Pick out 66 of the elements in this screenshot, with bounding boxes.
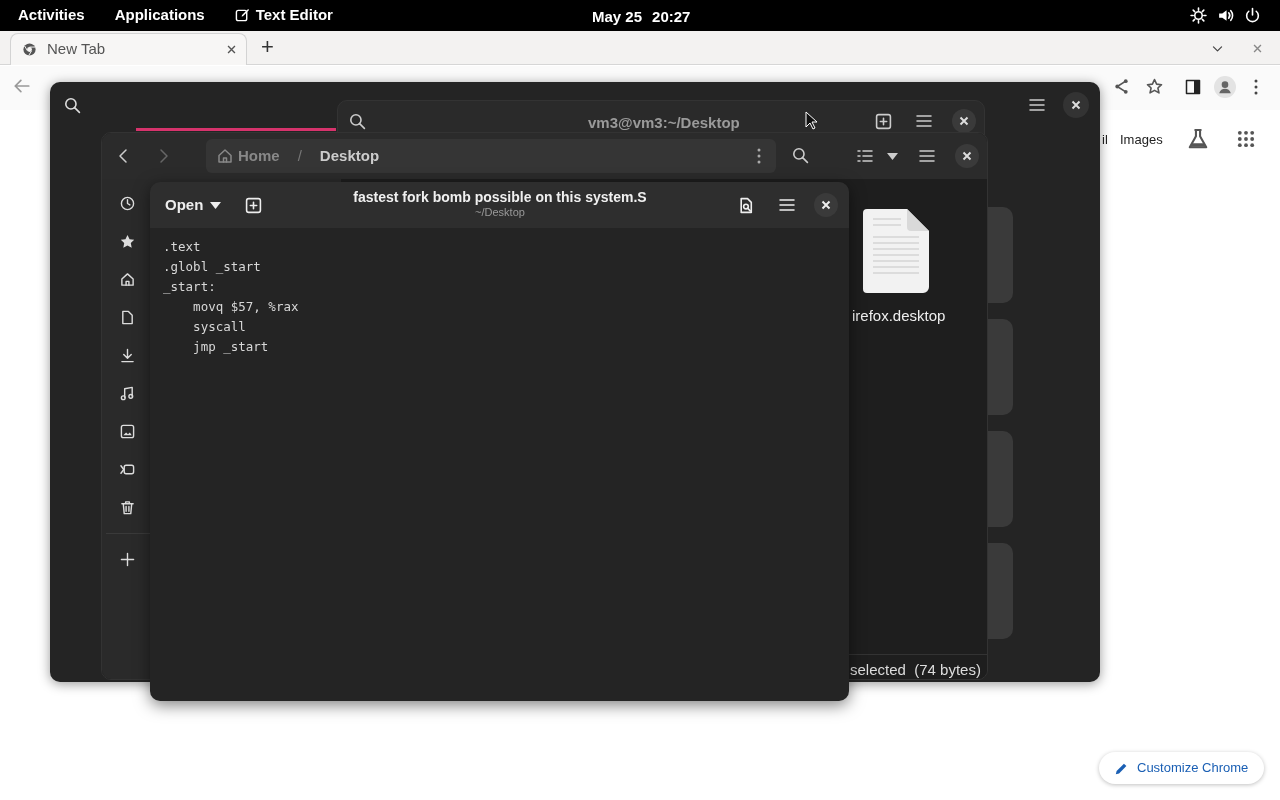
close-icon[interactable] [814,193,838,217]
close-icon[interactable] [1063,92,1089,118]
download-icon[interactable] [120,348,135,363]
path-separator: / [297,145,302,166]
home-icon [217,148,233,164]
music-icon[interactable] [120,386,135,401]
code-line: .globl _start [163,258,262,276]
open-button[interactable]: Open [157,188,230,222]
close-icon[interactable] [226,44,237,55]
desktop-path-button[interactable]: Desktop [319,144,380,168]
gmail-link[interactable]: il [1102,130,1108,150]
close-icon[interactable] [955,144,979,168]
dropdown-arrow-icon[interactable] [887,153,898,160]
window-title: vm3@vm3:~/Desktop [588,113,740,133]
code-line: syscall [192,318,247,336]
camera-icon[interactable] [120,462,135,477]
pencil-icon [1115,761,1128,775]
star-icon[interactable] [1146,78,1163,95]
mouse-pointer-icon [805,111,817,130]
list-view-icon[interactable] [857,149,873,163]
applications-menu[interactable]: Applications [114,4,205,27]
close-icon[interactable] [952,109,976,133]
more-icon[interactable] [757,148,761,164]
app-menu[interactable]: Text Editor [234,4,333,27]
sidebar-icon[interactable] [1185,79,1201,95]
clock-icon[interactable] [120,196,135,211]
document-file-icon[interactable] [863,209,929,293]
customize-chrome-button[interactable]: Customize Chrome [1099,752,1265,784]
home-icon[interactable] [120,272,135,287]
code-line: jmp _start [192,338,270,356]
brightness-icon[interactable] [1190,7,1207,24]
file-name[interactable]: irefox.desktop [852,305,946,328]
profile-avatar-icon[interactable] [1214,76,1236,98]
star-icon[interactable] [120,234,135,249]
window-title: fastest fork bomb possible on this system.S [353,188,647,206]
share-icon[interactable] [1113,78,1130,95]
menu-icon[interactable] [916,114,932,128]
search-icon[interactable] [792,147,809,164]
plus-icon[interactable] [120,552,135,567]
power-icon[interactable] [1244,7,1261,24]
trash-icon[interactable] [120,500,135,515]
code-line: .text [163,238,202,256]
new-tab-button[interactable]: + [261,36,274,58]
picture-icon[interactable] [120,424,135,439]
more-icon[interactable] [1254,79,1258,95]
window-subtitle: ~/Desktop [475,206,525,219]
status-text: selected (74 bytes) [850,660,981,679]
menu-icon[interactable] [1029,98,1045,112]
code-line: movq $57, %rax [192,298,299,316]
images-link[interactable]: Images [1120,130,1163,150]
new-tab-icon[interactable] [875,113,892,130]
apps-grid-icon[interactable] [1237,130,1255,148]
dropdown-arrow-icon [210,201,222,209]
flask-icon[interactable] [1187,128,1209,150]
browser-tab[interactable]: New Tab [10,33,247,65]
document-icon[interactable] [120,310,135,325]
search-icon[interactable] [349,113,366,130]
menu-icon[interactable] [919,149,935,163]
search-icon[interactable] [64,97,81,114]
document-search-icon[interactable] [738,197,755,214]
globe-icon [22,42,37,57]
code-line: _start: [163,278,217,296]
volume-icon[interactable] [1217,7,1234,24]
activities-button[interactable]: Activities [18,4,85,27]
edit-icon [234,8,250,23]
clock[interactable]: May 25 20:27 [592,6,691,29]
